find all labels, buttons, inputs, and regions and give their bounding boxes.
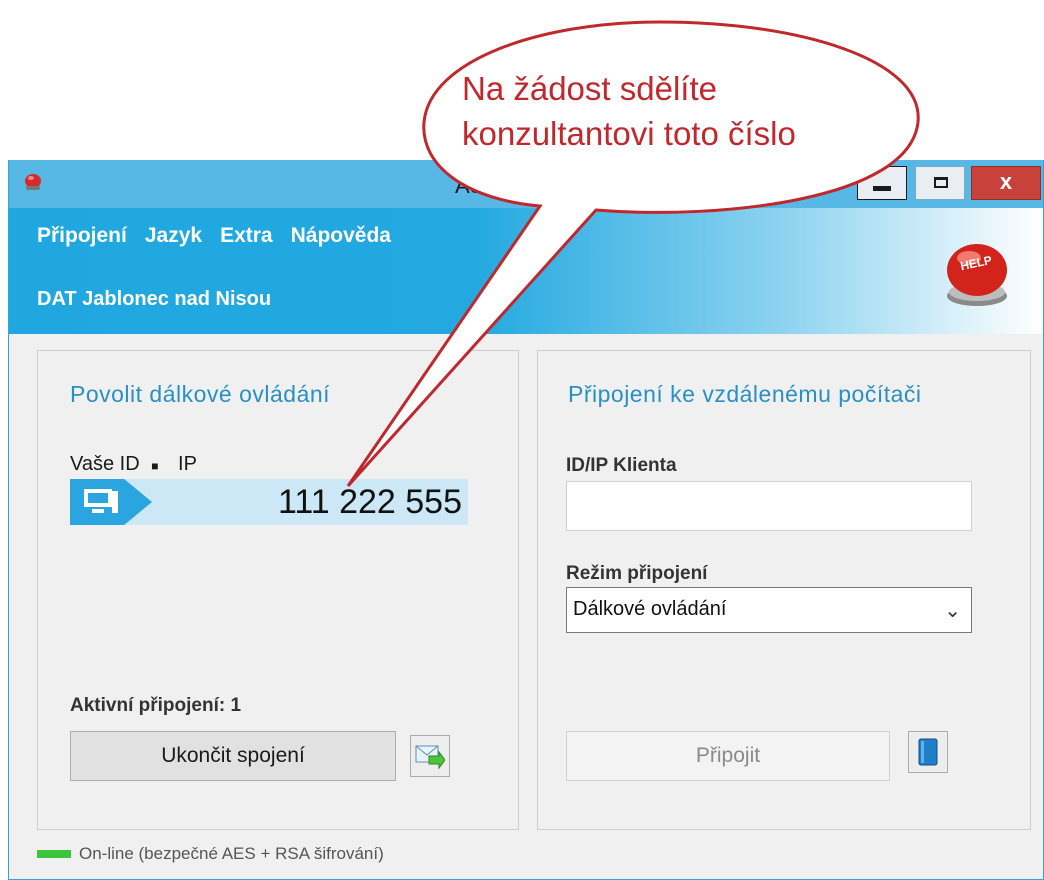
id-labels: Vaše ID ■ IP <box>70 453 197 476</box>
minimize-button[interactable] <box>857 166 907 200</box>
window-title: Aero <box>455 173 502 198</box>
computer-icon <box>84 489 118 513</box>
mail-arrow-icon <box>415 745 445 770</box>
connection-mode-value: Dálkové ovládání <box>573 598 727 620</box>
close-button[interactable]: x <box>971 166 1041 200</box>
status-bar: On-line (bezpečné AES + RSA šifrování) <box>37 844 384 864</box>
address-book-button[interactable] <box>908 731 948 773</box>
header-banner: Připojení Jazyk Extra Nápověda DAT Jablo… <box>9 208 1043 334</box>
chevron-down-icon: ⌄ <box>944 600 961 622</box>
connection-mode-label: Režim připojení <box>566 563 708 584</box>
id-arrow-badge <box>70 479 152 525</box>
allow-remote-panel: Povolit dálkové ovládání Vaše ID ■ IP 11… <box>37 350 519 830</box>
menu-item-napoveda[interactable]: Nápověda <box>291 224 391 248</box>
help-button[interactable]: HELP <box>939 236 1015 310</box>
allow-remote-title: Povolit dálkové ovládání <box>70 381 331 407</box>
connection-mode-select[interactable]: Dálkové ovládání ⌄ <box>566 587 972 633</box>
online-indicator <box>37 850 71 858</box>
end-connection-button[interactable]: Ukončit spojení <box>70 731 396 781</box>
client-id-label: ID/IP Klienta <box>566 455 677 476</box>
active-connections: Aktivní připojení: 1 <box>70 695 242 716</box>
maximize-icon <box>934 177 948 188</box>
address-book-icon <box>918 738 938 766</box>
close-icon: x <box>999 169 1013 194</box>
id-display: 111 222 555 <box>70 479 468 525</box>
callout-line-2: konzultantovi toto číslo <box>462 115 796 152</box>
connect-remote-title: Připojení ke vzdálenému počítači <box>568 381 922 407</box>
title-bar[interactable]: Aero x <box>9 160 1043 208</box>
your-id-label: Vaše ID <box>70 453 140 475</box>
connect-button[interactable]: Připojit <box>566 731 890 781</box>
callout-text: Na žádost sdělíte konzultantovi toto čís… <box>462 66 882 156</box>
app-logo-icon <box>25 174 41 190</box>
send-id-button[interactable] <box>410 735 450 777</box>
menu-item-pripojeni[interactable]: Připojení <box>37 224 127 248</box>
menu-item-extra[interactable]: Extra <box>220 224 273 248</box>
menu-item-jazyk[interactable]: Jazyk <box>145 224 202 248</box>
menu-bar: Připojení Jazyk Extra Nápověda <box>37 224 391 248</box>
maximize-button[interactable] <box>915 166 965 200</box>
id-value: 111 222 555 <box>277 483 462 521</box>
bullet-icon: ■ <box>151 459 159 473</box>
organization-name: DAT Jablonec nad Nisou <box>37 288 272 310</box>
callout-line-1: Na žádost sdělíte <box>462 70 717 107</box>
client-id-input[interactable] <box>566 481 972 531</box>
connect-remote-panel: Připojení ke vzdálenému počítači ID/IP K… <box>537 350 1031 830</box>
minimize-icon <box>873 186 891 191</box>
status-text: On-line (bezpečné AES + RSA šifrování) <box>79 844 384 863</box>
ip-label[interactable]: IP <box>178 453 197 475</box>
app-window: Aero x Připojení Jazyk Extra Nápověda DA… <box>8 160 1044 880</box>
